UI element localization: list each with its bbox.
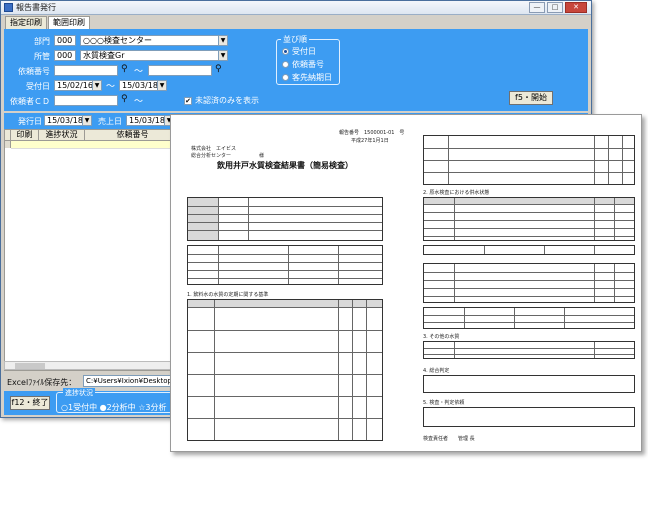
- section-1-heading: 1. 飲料水の水質の定期に関する基準: [187, 292, 269, 298]
- excel-save-label: Excelﾌｧｲﾙ保存先：: [7, 378, 77, 387]
- overall-judgement-box: [423, 375, 635, 393]
- request-box: [423, 407, 635, 427]
- dept-code-field[interactable]: 000: [54, 35, 76, 46]
- chevron-down-icon[interactable]: ▼: [218, 51, 227, 60]
- start-button[interactable]: f5・開始: [509, 91, 553, 105]
- sales-date-field[interactable]: 15/03/18 ▼: [126, 115, 174, 126]
- request-grid[interactable]: 印刷 進捗状況 依頼番号: [4, 129, 182, 371]
- ph-table: [423, 245, 635, 255]
- range-tilde: 〜: [134, 97, 144, 107]
- binoculars-icon[interactable]: ⚲: [121, 94, 128, 104]
- radio-selected: [282, 48, 289, 55]
- requester-cd-from-field[interactable]: [54, 95, 118, 106]
- progress-caption: 進捗状況: [63, 388, 95, 398]
- maximize-button[interactable]: □: [547, 2, 563, 13]
- section-4-heading: 4. 総合判定: [423, 368, 450, 374]
- report-number: 報告番号 1500001-01 号: [339, 130, 405, 136]
- recipient-company: 株式会社 エイビス: [191, 146, 237, 152]
- request-no-from-field[interactable]: [54, 65, 118, 76]
- horizontal-scrollbar[interactable]: [4, 361, 182, 370]
- dept-select[interactable]: ○○○検査センター ▼: [80, 35, 228, 46]
- excel-save-path-field[interactable]: C:¥Users¥Ixion¥Desktop: [83, 375, 183, 387]
- binoculars-icon[interactable]: ⚲: [121, 64, 128, 74]
- radio-unselected: [282, 61, 289, 68]
- recipient-department: 総合分析センター: [191, 153, 232, 159]
- tab-bar: 指定印刷 範囲印刷: [5, 16, 91, 29]
- scrollbar-thumb[interactable]: [15, 363, 45, 369]
- column-header-print[interactable]: 印刷: [11, 130, 39, 140]
- issue-date-label: 発行日: [18, 117, 42, 126]
- minimize-button[interactable]: —: [529, 2, 545, 13]
- window-title: 報告書発行: [16, 3, 56, 12]
- filter-panel: 部門 000 ○○○検査センター ▼ 所管 000 水質検査Gr ▼ 依頼番号 …: [4, 29, 588, 111]
- app-icon: [4, 3, 13, 12]
- progress-legend-text: ○1受付中 ●2分析中 ☆3分析: [61, 403, 167, 412]
- sample-info-table: [187, 197, 383, 241]
- sort-option-customer-due[interactable]: 客先納期日: [282, 72, 332, 83]
- inspector-footer: 検査責任者 管理 長: [423, 436, 475, 442]
- request-no-to-field[interactable]: [148, 65, 212, 76]
- chevron-down-icon[interactable]: ▼: [82, 116, 91, 125]
- sort-option-label: 依頼番号: [292, 60, 324, 69]
- sort-order-caption: 並び順: [281, 34, 309, 45]
- sort-option-label: 客先納期日: [292, 73, 332, 82]
- sort-order-group: 並び順 受付日 依頼番号 客先納期日: [276, 34, 340, 85]
- chevron-down-icon[interactable]: ▼: [157, 81, 166, 90]
- inspection-table: [423, 307, 635, 329]
- title-bar: 報告書発行 — □ ✕: [1, 1, 591, 15]
- requester-cd-label: 依頼者ＣＤ: [10, 97, 50, 106]
- other-quality-table: [423, 341, 635, 359]
- column-header-progress[interactable]: 進捗状況: [39, 130, 85, 140]
- tab-range-print[interactable]: 範囲印刷: [48, 16, 90, 29]
- received-to-field[interactable]: 15/03/18 ▼: [119, 80, 167, 91]
- unprinted-only-label: 未認済のみを表示: [195, 96, 259, 105]
- sampling-info-table: [187, 245, 383, 285]
- range-tilde: 〜: [106, 82, 116, 92]
- unprinted-only-checkbox[interactable]: ✔ 未認済のみを表示: [184, 95, 259, 106]
- exit-button[interactable]: f12・終了: [10, 396, 50, 410]
- chevron-down-icon[interactable]: ▼: [218, 36, 227, 45]
- close-button[interactable]: ✕: [565, 2, 587, 13]
- checkbox-mark: ✔: [184, 96, 192, 105]
- received-from-value: 15/02/16: [57, 81, 93, 90]
- section-3-heading: 3. その他の水質: [423, 334, 460, 340]
- issue-date-field[interactable]: 15/03/18 ▼: [44, 115, 92, 126]
- raw-water-table: [423, 197, 635, 241]
- issue-date-value: 15/03/18: [47, 116, 83, 125]
- section-label: 所管: [34, 52, 50, 61]
- tab-specified-print[interactable]: 指定印刷: [5, 16, 47, 29]
- chevron-down-icon[interactable]: ▼: [92, 81, 101, 90]
- well-structure-table: [423, 263, 635, 303]
- summary-table-top: [423, 135, 635, 185]
- received-to-value: 15/03/18: [122, 81, 158, 90]
- section-5-heading: 5. 検査・判定依頼: [423, 400, 465, 406]
- sales-date-label: 売上日: [98, 117, 122, 126]
- report-preview: 報告番号 1500001-01 号 平成27年1月1日 株式会社 エイビス 総合…: [170, 114, 642, 452]
- dept-select-value: ○○○検査センター: [83, 36, 152, 45]
- report-date: 平成27年1月1日: [351, 138, 389, 144]
- document-title: 飲用井戸水質検査結果書（簡易検査）: [217, 161, 353, 170]
- dept-label: 部門: [34, 37, 50, 46]
- table-row[interactable]: [11, 141, 181, 149]
- section-select-value: 水質検査Gr: [83, 51, 125, 60]
- sort-option-received-date[interactable]: 受付日: [282, 46, 316, 57]
- drinking-water-table: [187, 299, 383, 441]
- radio-unselected: [282, 74, 289, 81]
- sales-date-value: 15/03/18: [129, 116, 165, 125]
- binoculars-icon[interactable]: ⚲: [215, 64, 222, 74]
- sort-option-request-no[interactable]: 依頼番号: [282, 59, 324, 70]
- recipient-honorific: 様: [259, 153, 265, 159]
- range-tilde: 〜: [134, 67, 144, 77]
- received-from-field[interactable]: 15/02/16 ▼: [54, 80, 102, 91]
- sort-option-label: 受付日: [292, 47, 316, 56]
- section-code-field[interactable]: 000: [54, 50, 76, 61]
- grid-header: 印刷 進捗状況 依頼番号: [5, 130, 181, 141]
- received-date-label: 受付日: [26, 82, 50, 91]
- section-2-heading: 2. 原水検査における供水状態: [423, 190, 490, 196]
- progress-legend: 進捗状況 ○1受付中 ●2分析中 ☆3分析: [56, 388, 186, 413]
- request-no-label: 依頼番号: [18, 67, 50, 76]
- column-header-request-no[interactable]: 依頼番号: [85, 130, 181, 140]
- section-select[interactable]: 水質検査Gr ▼: [80, 50, 228, 61]
